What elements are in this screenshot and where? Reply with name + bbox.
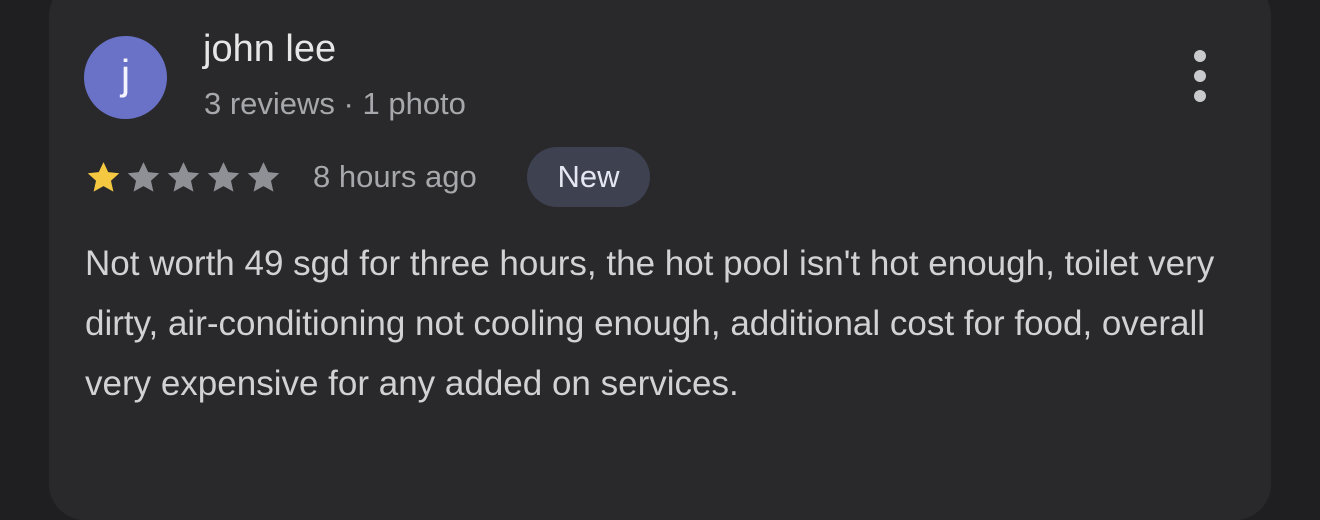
new-badge: New: [527, 147, 650, 207]
star-filled-icon: [84, 158, 123, 197]
reviewer-name[interactable]: john lee: [203, 27, 336, 71]
star-rating: [84, 158, 283, 197]
star-empty-icon: [204, 158, 243, 197]
more-vert-icon-dot: [1194, 70, 1206, 82]
star-empty-icon: [164, 158, 203, 197]
review-text: Not worth 49 sgd for three hours, the ho…: [85, 244, 1215, 403]
avatar-initial: j: [120, 50, 131, 98]
star-empty-icon: [124, 158, 163, 197]
review-timestamp: 8 hours ago: [313, 159, 477, 194]
more-options-button[interactable]: [1180, 46, 1220, 106]
more-vert-icon: [1194, 50, 1206, 62]
avatar[interactable]: j: [84, 36, 167, 119]
more-vert-icon-dot: [1194, 90, 1206, 102]
reviewer-meta: 3 reviews · 1 photo: [204, 86, 466, 121]
star-empty-icon: [244, 158, 283, 197]
